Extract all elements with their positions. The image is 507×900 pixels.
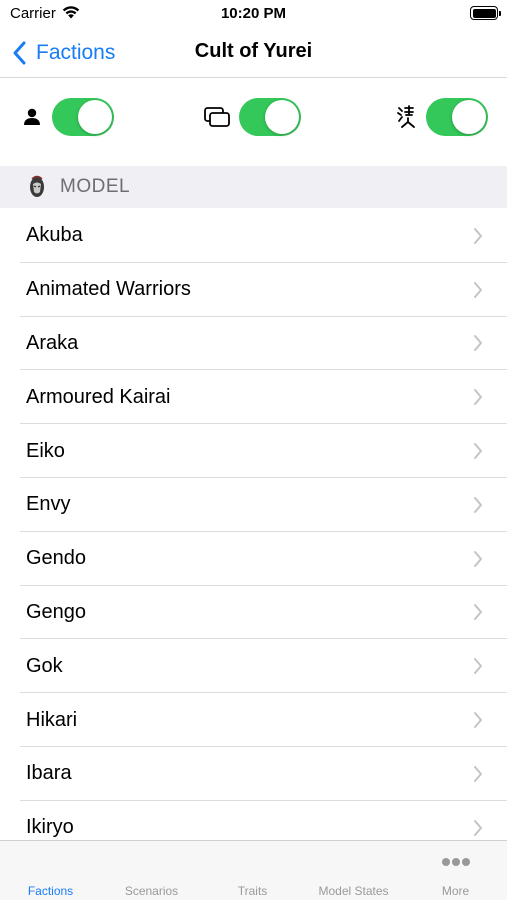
tab-traits[interactable]: Traits: [202, 841, 303, 900]
toggle-group-person: [20, 98, 114, 136]
section-header: MODEL: [0, 166, 507, 208]
person-icon: [20, 105, 44, 129]
list-item[interactable]: Akuba: [0, 209, 507, 263]
model-list: Akuba Animated Warriors Araka Armoured K…: [0, 209, 507, 855]
page-title: Cult of Yurei: [194, 40, 313, 62]
tab-label: Traits: [237, 884, 268, 898]
list-item[interactable]: Hikari: [0, 693, 507, 747]
chevron-right-icon: [474, 604, 482, 621]
list-item-label: Animated Warriors: [26, 278, 191, 301]
list-item-label: Envy: [26, 493, 71, 516]
tab-label: Model States: [318, 884, 389, 898]
list-item-label: Ikiryo: [26, 816, 74, 839]
chevron-right-icon: [474, 550, 482, 567]
chevron-right-icon: [474, 819, 482, 836]
chevron-right-icon: [474, 712, 482, 729]
tab-label: Factions: [27, 884, 74, 898]
list-item-label: Hikari: [26, 708, 78, 731]
chevron-right-icon: [474, 281, 482, 298]
chevron-right-icon: [474, 389, 482, 406]
model-portrait-icon: [30, 175, 44, 197]
list-item[interactable]: Armoured Kairai: [0, 370, 507, 424]
more-icon: [441, 858, 470, 866]
toggle-group-kanji: [394, 98, 488, 136]
list-item[interactable]: Gengo: [0, 586, 507, 640]
list-item[interactable]: Animated Warriors: [0, 263, 507, 317]
list-item-label: Ibara: [26, 762, 72, 785]
chevron-right-icon: [474, 765, 482, 782]
list-item[interactable]: Gok: [0, 639, 507, 693]
section-title: MODEL: [60, 176, 131, 197]
filter-toggle-row: [0, 79, 507, 165]
list-item[interactable]: Envy: [0, 478, 507, 532]
tab-more[interactable]: More: [404, 841, 507, 900]
tab-label: More: [441, 884, 470, 898]
list-item[interactable]: Ibara: [0, 747, 507, 801]
tab-scenarios[interactable]: Scenarios: [101, 841, 202, 900]
chevron-right-icon: [474, 227, 482, 244]
status-time: 10:20 PM: [220, 5, 287, 22]
cards-icon: [203, 105, 231, 129]
tab-label: Scenarios: [124, 884, 179, 898]
chevron-right-icon: [474, 443, 482, 460]
chevron-right-icon: [474, 496, 482, 513]
list-item-label: Eiko: [26, 439, 65, 462]
toggle-switch-person[interactable]: [52, 98, 114, 136]
list-item-label: Araka: [26, 331, 79, 354]
list-item[interactable]: Gendo: [0, 532, 507, 586]
status-bar: Carrier 10:20 PM: [0, 0, 507, 30]
toggle-group-cards: [203, 98, 301, 136]
list-item[interactable]: Eiko: [0, 424, 507, 478]
list-item-label: Gendo: [26, 547, 87, 570]
tab-factions[interactable]: Factions: [0, 841, 101, 900]
navigation-bar: Factions Cult of Yurei: [0, 30, 507, 78]
list-item[interactable]: Araka: [0, 317, 507, 371]
list-item-label: Armoured Kairai: [26, 385, 171, 408]
toggle-switch-kanji[interactable]: [426, 98, 488, 136]
toggle-switch-cards[interactable]: [239, 98, 301, 136]
list-item-label: Gengo: [26, 600, 87, 623]
kanji-icon: [394, 105, 418, 129]
battery-icon: [470, 6, 501, 20]
list-item-label: Akuba: [26, 224, 83, 247]
chevron-right-icon: [474, 658, 482, 675]
tab-model-states[interactable]: Model States: [303, 841, 404, 900]
chevron-right-icon: [474, 335, 482, 352]
tab-bar: Factions Scenarios Traits Model States M…: [0, 840, 507, 900]
list-item-label: Gok: [26, 654, 63, 677]
